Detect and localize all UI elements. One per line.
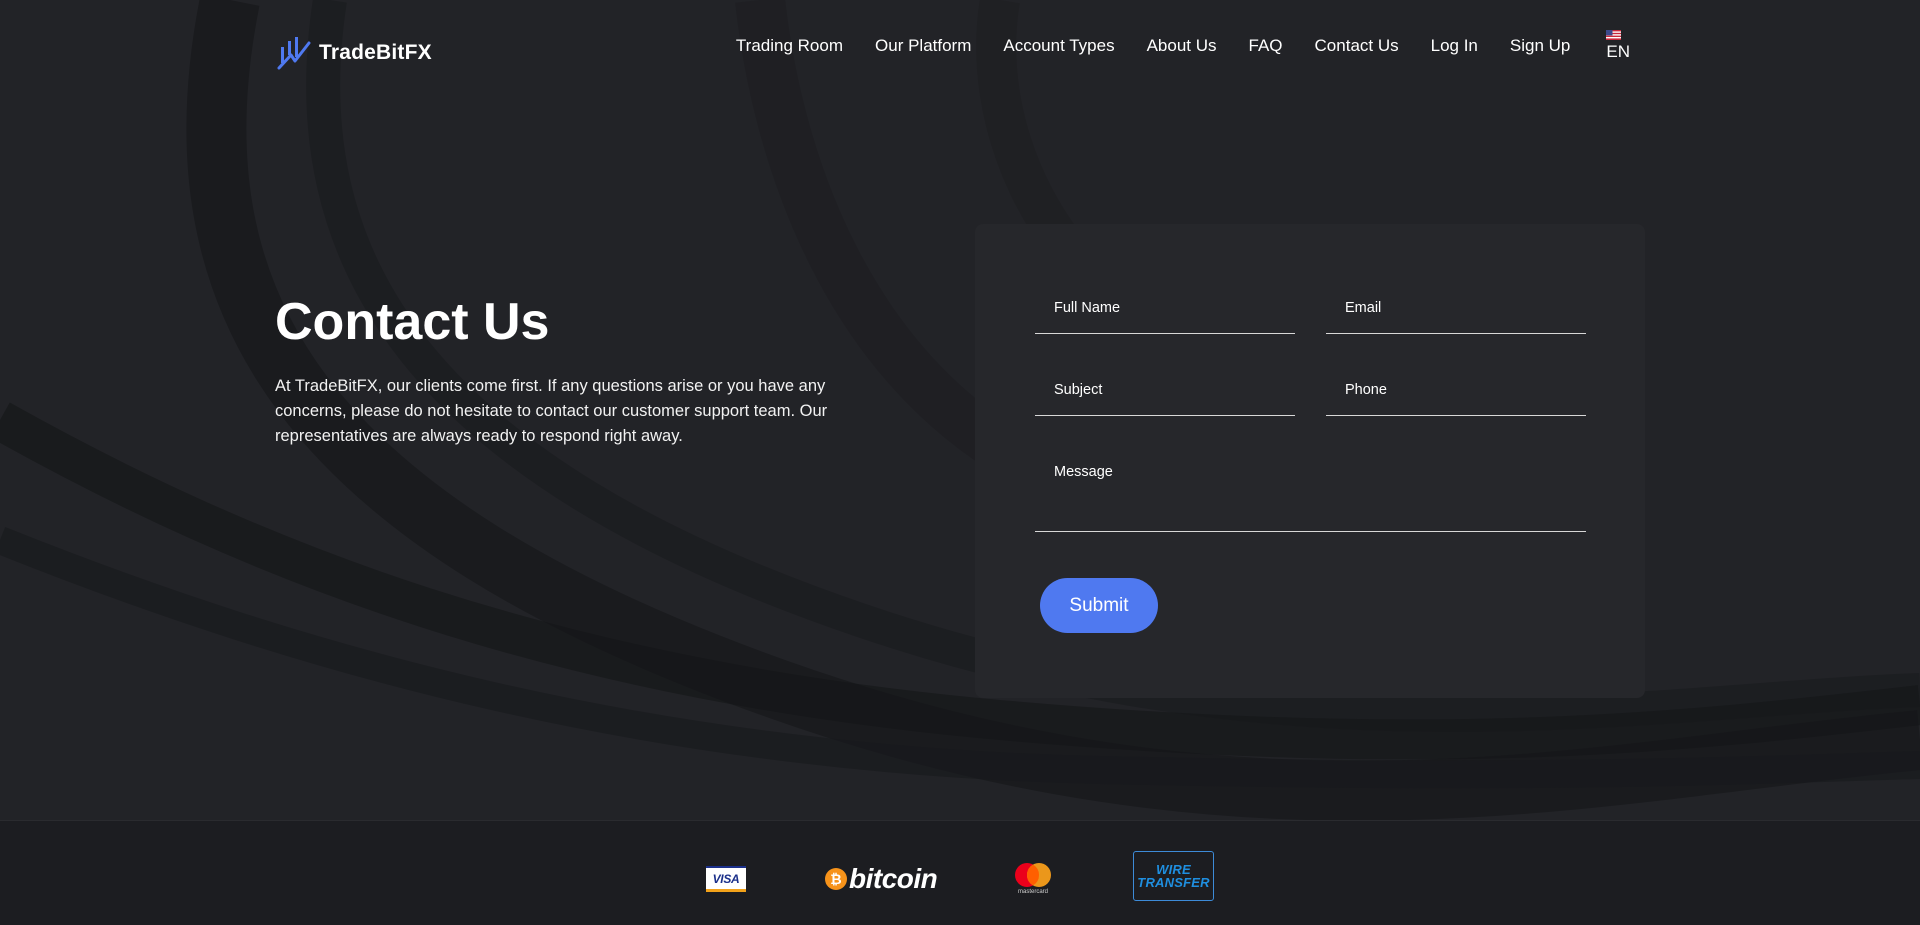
phone-input[interactable] [1345, 382, 1586, 398]
bitcoin-label: bitcoin [849, 863, 938, 894]
visa-label: VISA [712, 871, 740, 886]
subject-input[interactable] [1054, 382, 1295, 398]
subject-field [1035, 382, 1295, 416]
contact-intro: Contact Us At TradeBitFX, our clients co… [275, 290, 895, 449]
nav-account-types[interactable]: Account Types [1003, 36, 1114, 56]
site-header: TradeBitFX Trading Room Our Platform Acc… [275, 28, 1630, 78]
nav-our-platform[interactable]: Our Platform [875, 36, 971, 56]
chart-logo-icon [277, 37, 311, 70]
nav-contact-us[interactable]: Contact Us [1315, 36, 1399, 56]
message-input[interactable] [1054, 464, 1586, 524]
visa-logo: VISA [706, 866, 746, 892]
nav-trading-room[interactable]: Trading Room [736, 36, 843, 56]
bitcoin-icon: ₿ [825, 868, 847, 890]
bitcoin-logo: ₿ bitcoin [825, 863, 938, 895]
nav-log-in[interactable]: Log In [1431, 36, 1478, 56]
submit-button[interactable]: Submit [1040, 578, 1158, 633]
main-nav: Trading Room Our Platform Account Types … [736, 28, 1630, 78]
page-description: At TradeBitFX, our clients come first. I… [275, 377, 828, 445]
email-input[interactable] [1345, 300, 1586, 316]
mastercard-logo: mastercard [1012, 861, 1054, 895]
language-selector[interactable]: EN [1606, 30, 1630, 62]
transfer-label: TRANSFER [1137, 875, 1210, 890]
nav-faq[interactable]: FAQ [1249, 36, 1283, 56]
language-label: EN [1606, 42, 1630, 61]
us-flag-icon [1606, 30, 1622, 40]
nav-sign-up[interactable]: Sign Up [1510, 36, 1570, 56]
payment-methods-strip: VISA ₿ bitcoin mastercard WIRE TRANSFER [0, 820, 1920, 925]
nav-about-us[interactable]: About Us [1147, 36, 1217, 56]
email-field [1326, 300, 1586, 334]
full-name-field [1035, 300, 1295, 334]
page-title: Contact Us [275, 293, 550, 351]
mastercard-icon [1015, 862, 1051, 887]
brand-logo[interactable]: TradeBitFX [275, 35, 432, 71]
wire-transfer-logo: WIRE TRANSFER [1133, 851, 1214, 901]
brand-name: TradeBitFX [319, 41, 432, 64]
mastercard-label: mastercard [1017, 888, 1048, 895]
phone-field [1326, 382, 1586, 416]
message-field [1035, 464, 1586, 532]
contact-form: Submit [975, 224, 1645, 698]
full-name-input[interactable] [1054, 300, 1295, 316]
